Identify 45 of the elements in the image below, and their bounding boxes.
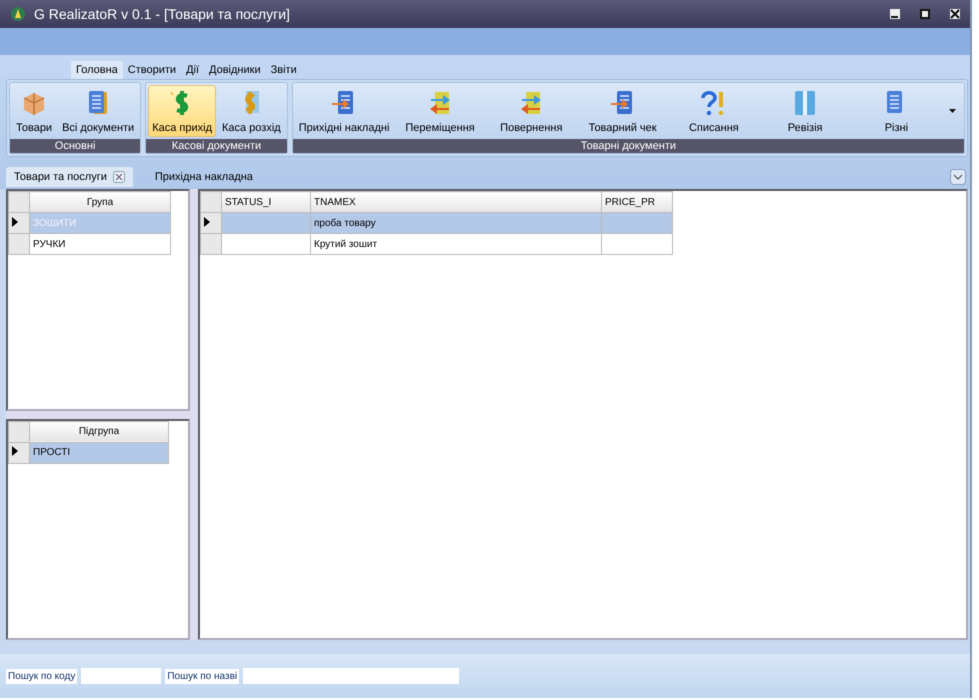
table-cell[interactable]: ПРОСТІ	[30, 442, 168, 463]
row-pointer-icon	[12, 446, 18, 456]
column-header: TNAMEX	[310, 192, 602, 212]
ribbon-button[interactable]: Повернення	[486, 85, 576, 137]
ribbon-button[interactable]: Ревізія	[760, 85, 850, 137]
column-header: STATUS_I	[222, 192, 310, 212]
ribbon-tab[interactable]: Головна	[71, 61, 123, 79]
ribbon-button[interactable]: Всі документи	[58, 85, 138, 137]
table-cell[interactable]: Крутий зошит	[310, 234, 602, 254]
column-header: PRICE_PR	[602, 192, 672, 212]
ribbon-button[interactable]: Прихідні накладні	[294, 85, 394, 137]
table-cell[interactable]: РУЧКИ	[30, 234, 170, 254]
search-label: Пошук по назві	[165, 668, 240, 684]
ribbon-tab[interactable]: Звіти	[266, 61, 302, 79]
group-title: Основні	[10, 139, 140, 153]
ribbon-tab[interactable]: Дії	[181, 61, 204, 79]
column-header: Група	[30, 192, 170, 212]
group-title: Касові документи	[146, 139, 287, 153]
row-pointer-icon	[204, 216, 210, 226]
ribbon-button[interactable]: Товарний чек	[578, 85, 668, 137]
ribbon-button[interactable]: Списання	[669, 85, 758, 137]
minimize-icon[interactable]	[890, 9, 900, 19]
ribbon-button[interactable]: Каса розхід	[218, 85, 285, 137]
search-field[interactable]	[243, 668, 460, 684]
ribbon-button[interactable]: Каса прихід	[148, 85, 216, 137]
group-title: Товарні документи	[292, 139, 964, 153]
close-icon[interactable]	[950, 9, 960, 19]
table-cell[interactable]: проба товару	[310, 212, 602, 234]
search-label: Пошук по коду	[6, 668, 78, 684]
app-icon	[10, 6, 26, 22]
ribbon-button[interactable]: Товари	[12, 85, 56, 137]
window-title: G RealizatoR v 0.1 - [Товари та послуги]	[34, 6, 290, 22]
search-field[interactable]	[81, 668, 162, 684]
document-tab[interactable]: Прихідна накладна	[146, 167, 261, 187]
column-header: Підгрупа	[30, 421, 168, 442]
ribbon-tab[interactable]: Створити	[122, 61, 182, 79]
dropdown-caret-icon[interactable]	[949, 109, 956, 113]
splitter-handle[interactable]	[190, 189, 198, 640]
row-pointer-icon	[12, 216, 18, 226]
ribbon-button[interactable]: Різні	[852, 85, 942, 137]
document-tab[interactable]: Товари та послуги	[6, 167, 133, 187]
ribbon-tab[interactable]: Довідники	[204, 61, 266, 79]
chevron-down-icon[interactable]	[950, 169, 966, 185]
ribbon-button[interactable]: Переміщення	[395, 85, 485, 137]
maximize-icon[interactable]	[920, 9, 930, 19]
